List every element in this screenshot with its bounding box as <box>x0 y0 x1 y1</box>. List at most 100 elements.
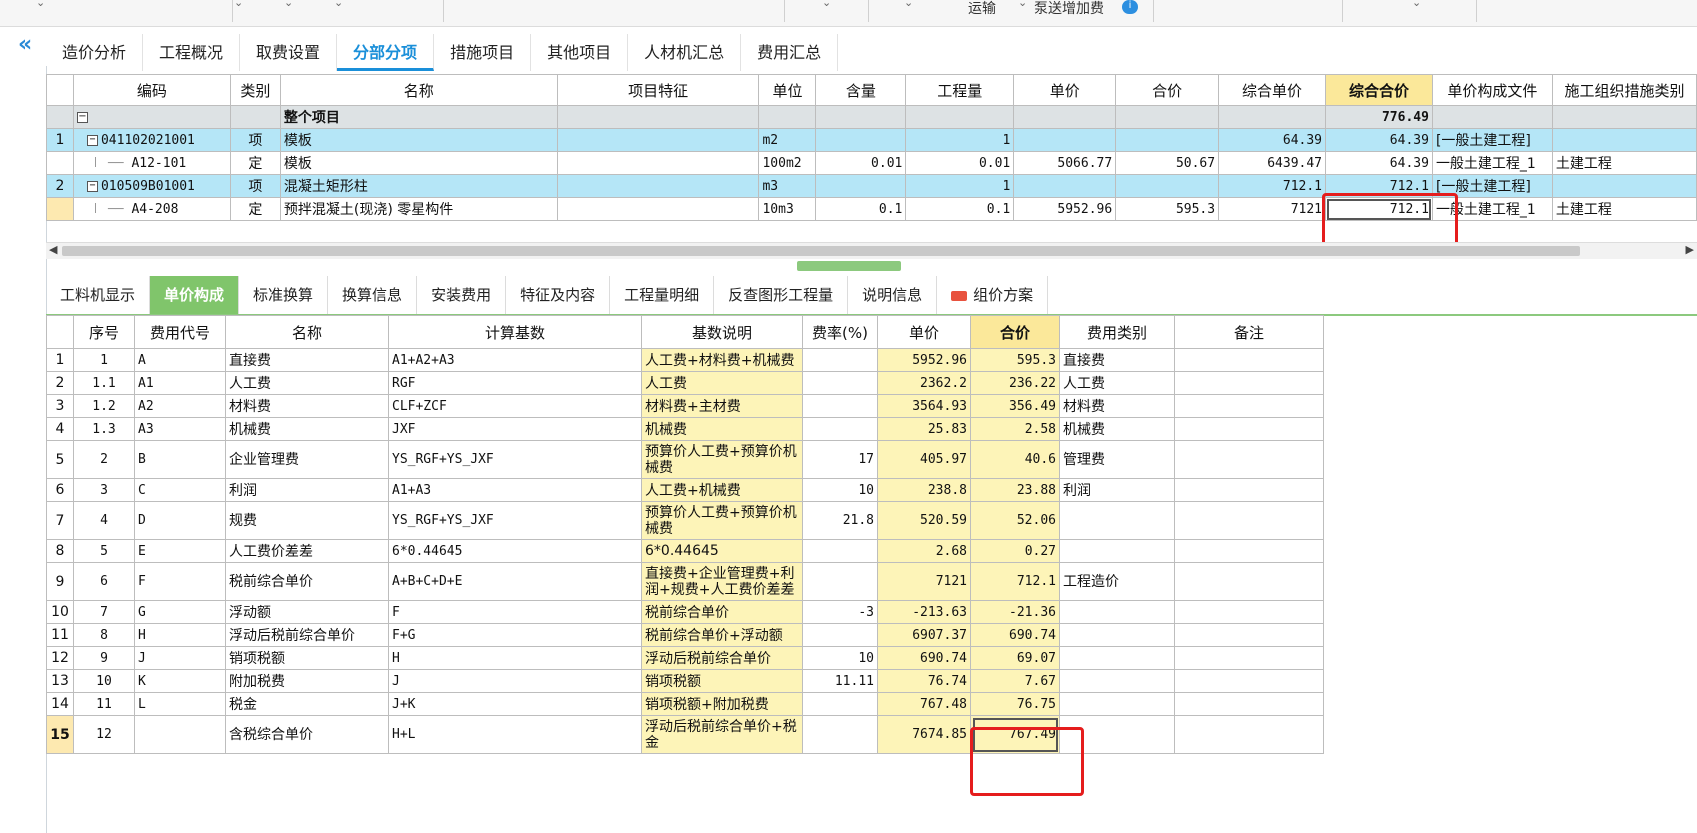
col-header[interactable]: 费用代号 <box>134 315 226 349</box>
price-cell[interactable]: 7121 <box>877 562 971 601</box>
fee-name-cell[interactable]: 规费 <box>225 501 389 540</box>
unit-cell[interactable]: m3 <box>758 174 817 198</box>
seq-cell[interactable]: 11 <box>73 692 135 716</box>
tab-reverse-graphic-quantity[interactable]: 反查图形工程量 <box>714 276 849 314</box>
base-desc-cell[interactable]: 税前综合单价 <box>641 600 803 624</box>
fee-category-cell[interactable] <box>1059 692 1175 716</box>
fee-category-cell[interactable] <box>1059 501 1175 540</box>
toolbar-item-transport[interactable]: 运输 <box>968 0 996 18</box>
note-cell[interactable] <box>1174 623 1324 647</box>
col-header[interactable]: 合价 <box>1115 74 1220 106</box>
col-header[interactable]: 计算基数 <box>388 315 642 349</box>
toolbar-item-pump[interactable]: 泵送增加费 <box>1034 0 1104 18</box>
note-cell[interactable] <box>1174 669 1324 693</box>
seq-cell[interactable]: 7 <box>73 600 135 624</box>
price-cell[interactable]: 690.74 <box>877 646 971 670</box>
table-row[interactable]: 5 2 B 企业管理费 YS_RGF+YS_JXF 预算价人工费+预算价机械费 17 405.… <box>46 440 1324 479</box>
rate-cell[interactable]: 10 <box>802 646 878 670</box>
fee-name-cell[interactable]: 材料费 <box>225 394 389 418</box>
note-cell[interactable] <box>1174 371 1324 395</box>
amount-cell[interactable]: 236.22 <box>970 371 1060 395</box>
calc-base-cell[interactable]: YS_RGF+YS_JXF <box>388 440 642 479</box>
qty-cell[interactable]: 0.01 <box>905 151 1015 175</box>
amount-cell[interactable]: -21.36 <box>970 600 1060 624</box>
fee-category-cell[interactable] <box>1059 669 1175 693</box>
rate-cell[interactable]: 11.11 <box>802 669 878 693</box>
fee-name-cell[interactable]: 含税综合单价 <box>225 715 389 754</box>
table-row[interactable]: 11 8 H 浮动后税前综合单价 F+G 税前综合单价+浮动额 6907.37 690.74 <box>46 623 1324 647</box>
rate-cell[interactable] <box>802 417 878 441</box>
seq-cell[interactable]: 10 <box>73 669 135 693</box>
price-cell[interactable]: 520.59 <box>877 501 971 540</box>
horizontal-scrollbar[interactable]: ◀ ▶ <box>46 242 1697 259</box>
code-cell[interactable]: ── A12-101 <box>72 151 231 175</box>
cell[interactable] <box>229 105 281 129</box>
fee-category-cell[interactable] <box>1059 539 1175 563</box>
type-cell[interactable]: 项 <box>229 174 281 198</box>
chevron-down-icon[interactable]: ⌄ <box>904 0 913 9</box>
calc-base-cell[interactable]: A+B+C+D+E <box>388 562 642 601</box>
fee-name-cell[interactable]: 销项税额 <box>225 646 389 670</box>
note-cell[interactable] <box>1174 539 1324 563</box>
base-desc-cell[interactable]: 税前综合单价+浮动额 <box>641 623 803 647</box>
tab-fee-settings[interactable]: 取费设置 <box>240 34 338 71</box>
col-header-sorted[interactable]: 合价 <box>970 315 1060 349</box>
code-cell[interactable]: −041102021001 <box>72 128 231 152</box>
table-row[interactable]: 14 11 L 税金 J+K 销项税额+附加税费 767.48 76.75 <box>46 692 1324 716</box>
rate-cell[interactable] <box>802 562 878 601</box>
price-cell[interactable]: 5066.77 <box>1013 151 1117 175</box>
col-header[interactable]: 费率(%) <box>802 315 878 349</box>
seq-cell[interactable]: 4 <box>73 501 135 540</box>
note-cell[interactable] <box>1174 600 1324 624</box>
note-cell[interactable] <box>1174 715 1324 754</box>
cell[interactable] <box>1013 105 1117 129</box>
info-icon[interactable]: i <box>1122 0 1138 14</box>
unit-cell[interactable]: 100m2 <box>758 151 817 175</box>
seq-cell[interactable]: 8 <box>73 623 135 647</box>
rate-cell[interactable] <box>802 715 878 754</box>
name-cell[interactable]: 模板 <box>279 128 558 152</box>
base-desc-cell[interactable]: 材料费+主材费 <box>641 394 803 418</box>
fee-category-cell[interactable]: 机械费 <box>1059 417 1175 441</box>
fee-code-cell[interactable]: A3 <box>134 417 226 441</box>
note-cell[interactable] <box>1174 348 1324 372</box>
content-cell[interactable]: 0.01 <box>815 151 907 175</box>
fee-category-cell[interactable] <box>1059 600 1175 624</box>
col-header[interactable]: 单价 <box>877 315 971 349</box>
rate-cell[interactable] <box>802 692 878 716</box>
feature-cell[interactable] <box>556 151 760 175</box>
amount-cell[interactable]: 23.88 <box>970 478 1060 502</box>
fee-category-cell[interactable]: 材料费 <box>1059 394 1175 418</box>
content-cell[interactable] <box>815 128 907 152</box>
unit-total-cell[interactable]: 64.39 <box>1218 128 1327 152</box>
tab-sub-items[interactable]: 分部分项 <box>337 34 435 71</box>
total-cell[interactable]: 64.39 <box>1325 151 1433 175</box>
base-desc-cell[interactable]: 销项税额+附加税费 <box>641 692 803 716</box>
cell[interactable]: − <box>72 105 231 129</box>
fee-category-cell[interactable]: 工程造价 <box>1059 562 1175 601</box>
cell[interactable] <box>556 105 760 129</box>
amount-cell[interactable]: 595.3 <box>1115 197 1220 221</box>
name-cell[interactable]: 模板 <box>279 151 558 175</box>
calc-base-cell[interactable]: F <box>388 600 642 624</box>
table-row[interactable]: 1 1 A 直接费 A1+A2+A3 人工费+材料费+机械费 5952.96 595.3 直接费 <box>46 348 1324 372</box>
fee-code-cell[interactable]: H <box>134 623 226 647</box>
rate-cell[interactable]: -3 <box>802 600 878 624</box>
base-desc-cell[interactable]: 预算价人工费+预算价机械费 <box>641 501 803 540</box>
cell[interactable] <box>758 105 817 129</box>
fee-category-cell[interactable]: 管理费 <box>1059 440 1175 479</box>
base-desc-cell[interactable]: 预算价人工费+预算价机械费 <box>641 440 803 479</box>
cell[interactable] <box>905 105 1015 129</box>
fee-code-cell[interactable]: F <box>134 562 226 601</box>
feature-cell[interactable] <box>556 128 760 152</box>
table-row[interactable]: 2 1.1 A1 人工费 RGF 人工费 2362.2 236.22 人工费 <box>46 371 1324 395</box>
fee-name-cell[interactable]: 机械费 <box>225 417 389 441</box>
cell[interactable] <box>1551 105 1697 129</box>
category-cell[interactable] <box>1551 128 1697 152</box>
base-desc-cell[interactable]: 直接费+企业管理费+利润+规费+人工费价差差 <box>641 562 803 601</box>
collapse-tree-icon[interactable]: − <box>86 134 98 146</box>
price-cell[interactable]: 25.83 <box>877 417 971 441</box>
col-header[interactable]: 单价构成文件 <box>1431 74 1553 106</box>
price-cell[interactable]: 3564.93 <box>877 394 971 418</box>
tab-fee-summary[interactable]: 费用汇总 <box>741 34 839 71</box>
